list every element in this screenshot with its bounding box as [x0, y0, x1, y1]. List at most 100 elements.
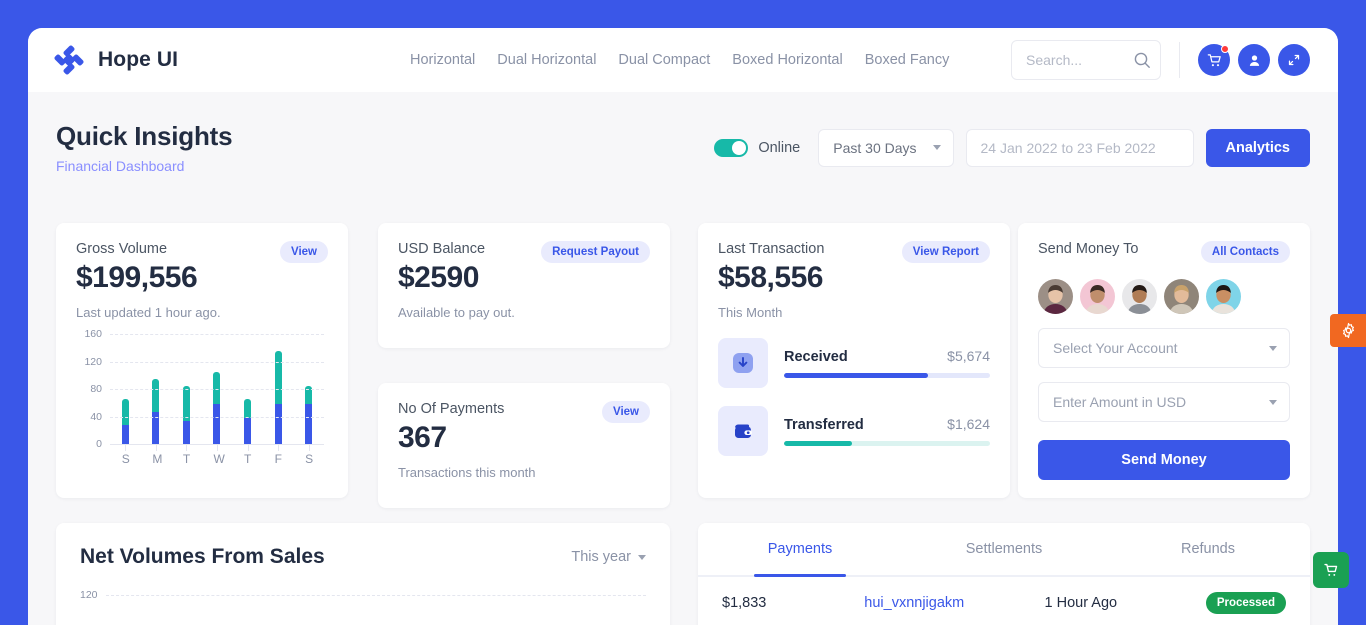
chart-bar: [213, 371, 221, 444]
balance-column: USD Balance $2590 Request Payout Availab…: [378, 223, 670, 508]
chart-plot-area: [110, 334, 324, 445]
gross-volume-sub: Last updated 1 hour ago.: [76, 305, 221, 320]
gridline: [110, 389, 324, 390]
net-volumes-header: Net Volumes From Sales This year: [56, 523, 670, 569]
no-of-payments-value: 367: [398, 421, 447, 454]
tab-settlements[interactable]: Settlements: [902, 523, 1106, 575]
status-badge-wrap: Processed: [1205, 592, 1286, 614]
chart-bar: [244, 399, 252, 444]
chart-bar: [305, 385, 313, 444]
select-account-field[interactable]: Select Your Account: [1038, 328, 1290, 368]
avatar[interactable]: [1080, 279, 1115, 314]
x-tick-label: S: [121, 452, 130, 466]
page-subtitle[interactable]: Financial Dashboard: [56, 158, 232, 174]
x-axis-tick: [186, 445, 188, 451]
last-transaction-label: Last Transaction: [718, 241, 825, 257]
period-select[interactable]: Past 30 Days: [818, 128, 954, 167]
transaction-user[interactable]: hui_vxnnjigakm: [864, 595, 1044, 611]
gross-volume-header: Gross Volume $199,556 View: [76, 241, 328, 295]
usd-balance-label: USD Balance: [398, 241, 486, 257]
avatar[interactable]: [1038, 279, 1073, 314]
no-of-payments-view-button[interactable]: View: [602, 401, 650, 423]
send-money-header: Send Money To All Contacts: [1038, 241, 1290, 263]
y-tick-label: 80: [90, 383, 102, 395]
main-navigation: Horizontal Dual Horizontal Dual Compact …: [410, 52, 1011, 68]
gross-volume-view-button[interactable]: View: [280, 241, 328, 263]
nav-item-boxed-horizontal[interactable]: Boxed Horizontal: [732, 52, 842, 68]
tab-payments[interactable]: Payments: [698, 523, 902, 575]
avatar[interactable]: [1164, 279, 1199, 314]
send-money-label: Send Money To: [1038, 241, 1139, 257]
x-axis-tick: [217, 445, 218, 451]
y-tick-label: 160: [84, 328, 102, 340]
top-navbar: Hope UI Horizontal Dual Horizontal Dual …: [28, 28, 1338, 92]
user-profile-button[interactable]: [1238, 44, 1270, 76]
net-volumes-chart: 120: [56, 589, 670, 625]
brand-name: Hope UI: [98, 48, 179, 71]
usd-balance-sub: Available to pay out.: [398, 305, 515, 320]
chevron-down-icon: [1269, 399, 1277, 405]
page-header-text: Quick Insights Financial Dashboard: [56, 121, 233, 174]
avatar[interactable]: [1206, 279, 1241, 314]
send-money-button[interactable]: Send Money: [1038, 440, 1290, 480]
usd-balance-card: USD Balance $2590 Request Payout Availab…: [378, 223, 670, 348]
status-badge: Processed: [1205, 592, 1286, 614]
nav-item-boxed-fancy[interactable]: Boxed Fancy: [865, 52, 950, 68]
chart-bar: [121, 399, 129, 444]
search-icon[interactable]: [1133, 51, 1151, 69]
x-axis-tick: [308, 445, 310, 451]
transferred-progress-block: Transferred $1,624: [784, 416, 990, 446]
nav-item-horizontal[interactable]: Horizontal: [410, 52, 475, 68]
y-tick-label: 120: [84, 355, 102, 368]
wallet-icon: [718, 406, 768, 456]
x-tick-label: F: [274, 452, 282, 466]
last-transaction-sub: This Month: [718, 305, 783, 320]
y-tick-label: 0: [96, 438, 102, 450]
analytics-button[interactable]: Analytics: [1205, 128, 1310, 167]
expand-fullscreen-button[interactable]: [1278, 44, 1310, 76]
chart-x-axis-labels: SMTWTFS: [110, 452, 324, 466]
chart-x-axis: [110, 444, 324, 451]
x-tick-label: T: [182, 452, 191, 466]
last-transaction-column: Last Transaction $58,556 View Report Thi…: [698, 223, 1010, 498]
x-axis-tick: [247, 445, 249, 451]
request-payout-button[interactable]: Request Payout: [541, 241, 650, 263]
nav-item-dual-horizontal[interactable]: Dual Horizontal: [497, 52, 596, 68]
gross-volume-card: Gross Volume $199,556 View Last updated …: [56, 223, 348, 498]
transaction-amount: $1,833: [722, 595, 767, 611]
nav-item-dual-compact[interactable]: Dual Compact: [618, 52, 710, 68]
chart-y-axis-labels: 160 120 80 40 0: [76, 328, 102, 450]
all-contacts-button[interactable]: All Contacts: [1200, 241, 1290, 263]
cart-fab-button[interactable]: [1313, 552, 1349, 588]
gross-volume-column: Gross Volume $199,556 View Last updated …: [56, 223, 348, 498]
gridline: [110, 361, 324, 363]
bar-segment-upper: [244, 399, 252, 418]
online-toggle-group: Online: [714, 138, 800, 157]
amount-field[interactable]: Enter Amount in USD: [1038, 382, 1290, 422]
online-toggle[interactable]: [714, 138, 749, 157]
net-volumes-period-select[interactable]: This year: [571, 549, 646, 565]
transferred-label: Transferred: [784, 417, 864, 433]
x-tick-label: W: [213, 452, 225, 466]
no-of-payments-sub: Transactions this month: [398, 465, 536, 480]
no-of-payments-card: No Of Payments 367 View Transactions thi…: [378, 383, 670, 508]
navbar-divider: [1179, 42, 1180, 78]
brand[interactable]: Hope UI: [52, 43, 352, 77]
dashboard-content: Gross Volume $199,556 View Last updated …: [28, 203, 1338, 625]
search-box: [1011, 40, 1161, 80]
transaction-row-received: Received $5,674: [718, 338, 990, 388]
view-report-button[interactable]: View Report: [901, 241, 990, 263]
y-tick-label: 40: [90, 410, 102, 423]
x-axis-tick: [155, 445, 157, 451]
page-header: Quick Insights Financial Dashboard Onlin…: [28, 92, 1338, 203]
hope-logo-icon: [52, 43, 86, 77]
chevron-down-icon: [932, 145, 941, 150]
x-tick-label: M: [152, 452, 163, 466]
net-volumes-title: Net Volumes From Sales: [80, 545, 325, 568]
settings-fab-button[interactable]: [1330, 314, 1366, 347]
no-of-payments-header: No Of Payments 367 View: [398, 401, 650, 455]
cart-button[interactable]: [1198, 44, 1230, 76]
tab-refunds[interactable]: Refunds: [1106, 523, 1310, 575]
avatar[interactable]: [1122, 279, 1157, 314]
date-range-input[interactable]: 24 Jan 2022 to 23 Feb 2022: [965, 128, 1194, 167]
